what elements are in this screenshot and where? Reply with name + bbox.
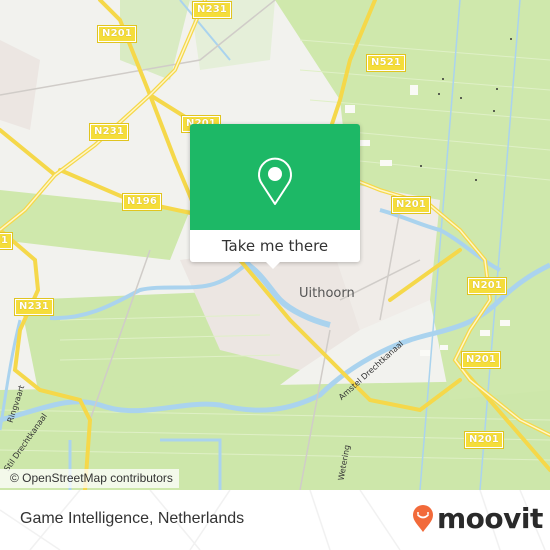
- moovit-logo[interactable]: moovit: [412, 502, 543, 535]
- road-label-n231: N231: [13, 298, 55, 316]
- location-title: Game Intelligence, Netherlands: [20, 510, 245, 527]
- location-pin-icon: [258, 157, 292, 205]
- take-me-there-button[interactable]: Take me there: [190, 230, 360, 262]
- road-label-n231: N231: [88, 123, 130, 141]
- popup-header: [190, 124, 360, 230]
- road-label-n196: N196: [121, 193, 163, 211]
- road-label-n201: N201: [463, 431, 505, 449]
- popup-pointer: [266, 262, 280, 269]
- road-label-n521: N521: [365, 54, 407, 72]
- road-label-n201: N201: [460, 351, 502, 369]
- road-label-n201: N201: [466, 277, 508, 295]
- moovit-wordmark: moovit: [437, 502, 543, 535]
- road-label-edge: 1: [0, 232, 14, 250]
- place-label-uithoorn: Uithoorn: [299, 286, 355, 301]
- destination-popup[interactable]: Take me there: [190, 124, 360, 269]
- road-label-n201: N201: [96, 25, 138, 43]
- road-label-n231: N231: [191, 1, 233, 19]
- map-attribution[interactable]: © OpenStreetMap contributors: [0, 469, 179, 488]
- map-view[interactable]: N231 N201 N521 N231 N201 N196 N201 N201 …: [0, 0, 550, 490]
- moovit-smile-pin-icon: [413, 504, 433, 532]
- road-label-n201: N201: [390, 196, 432, 214]
